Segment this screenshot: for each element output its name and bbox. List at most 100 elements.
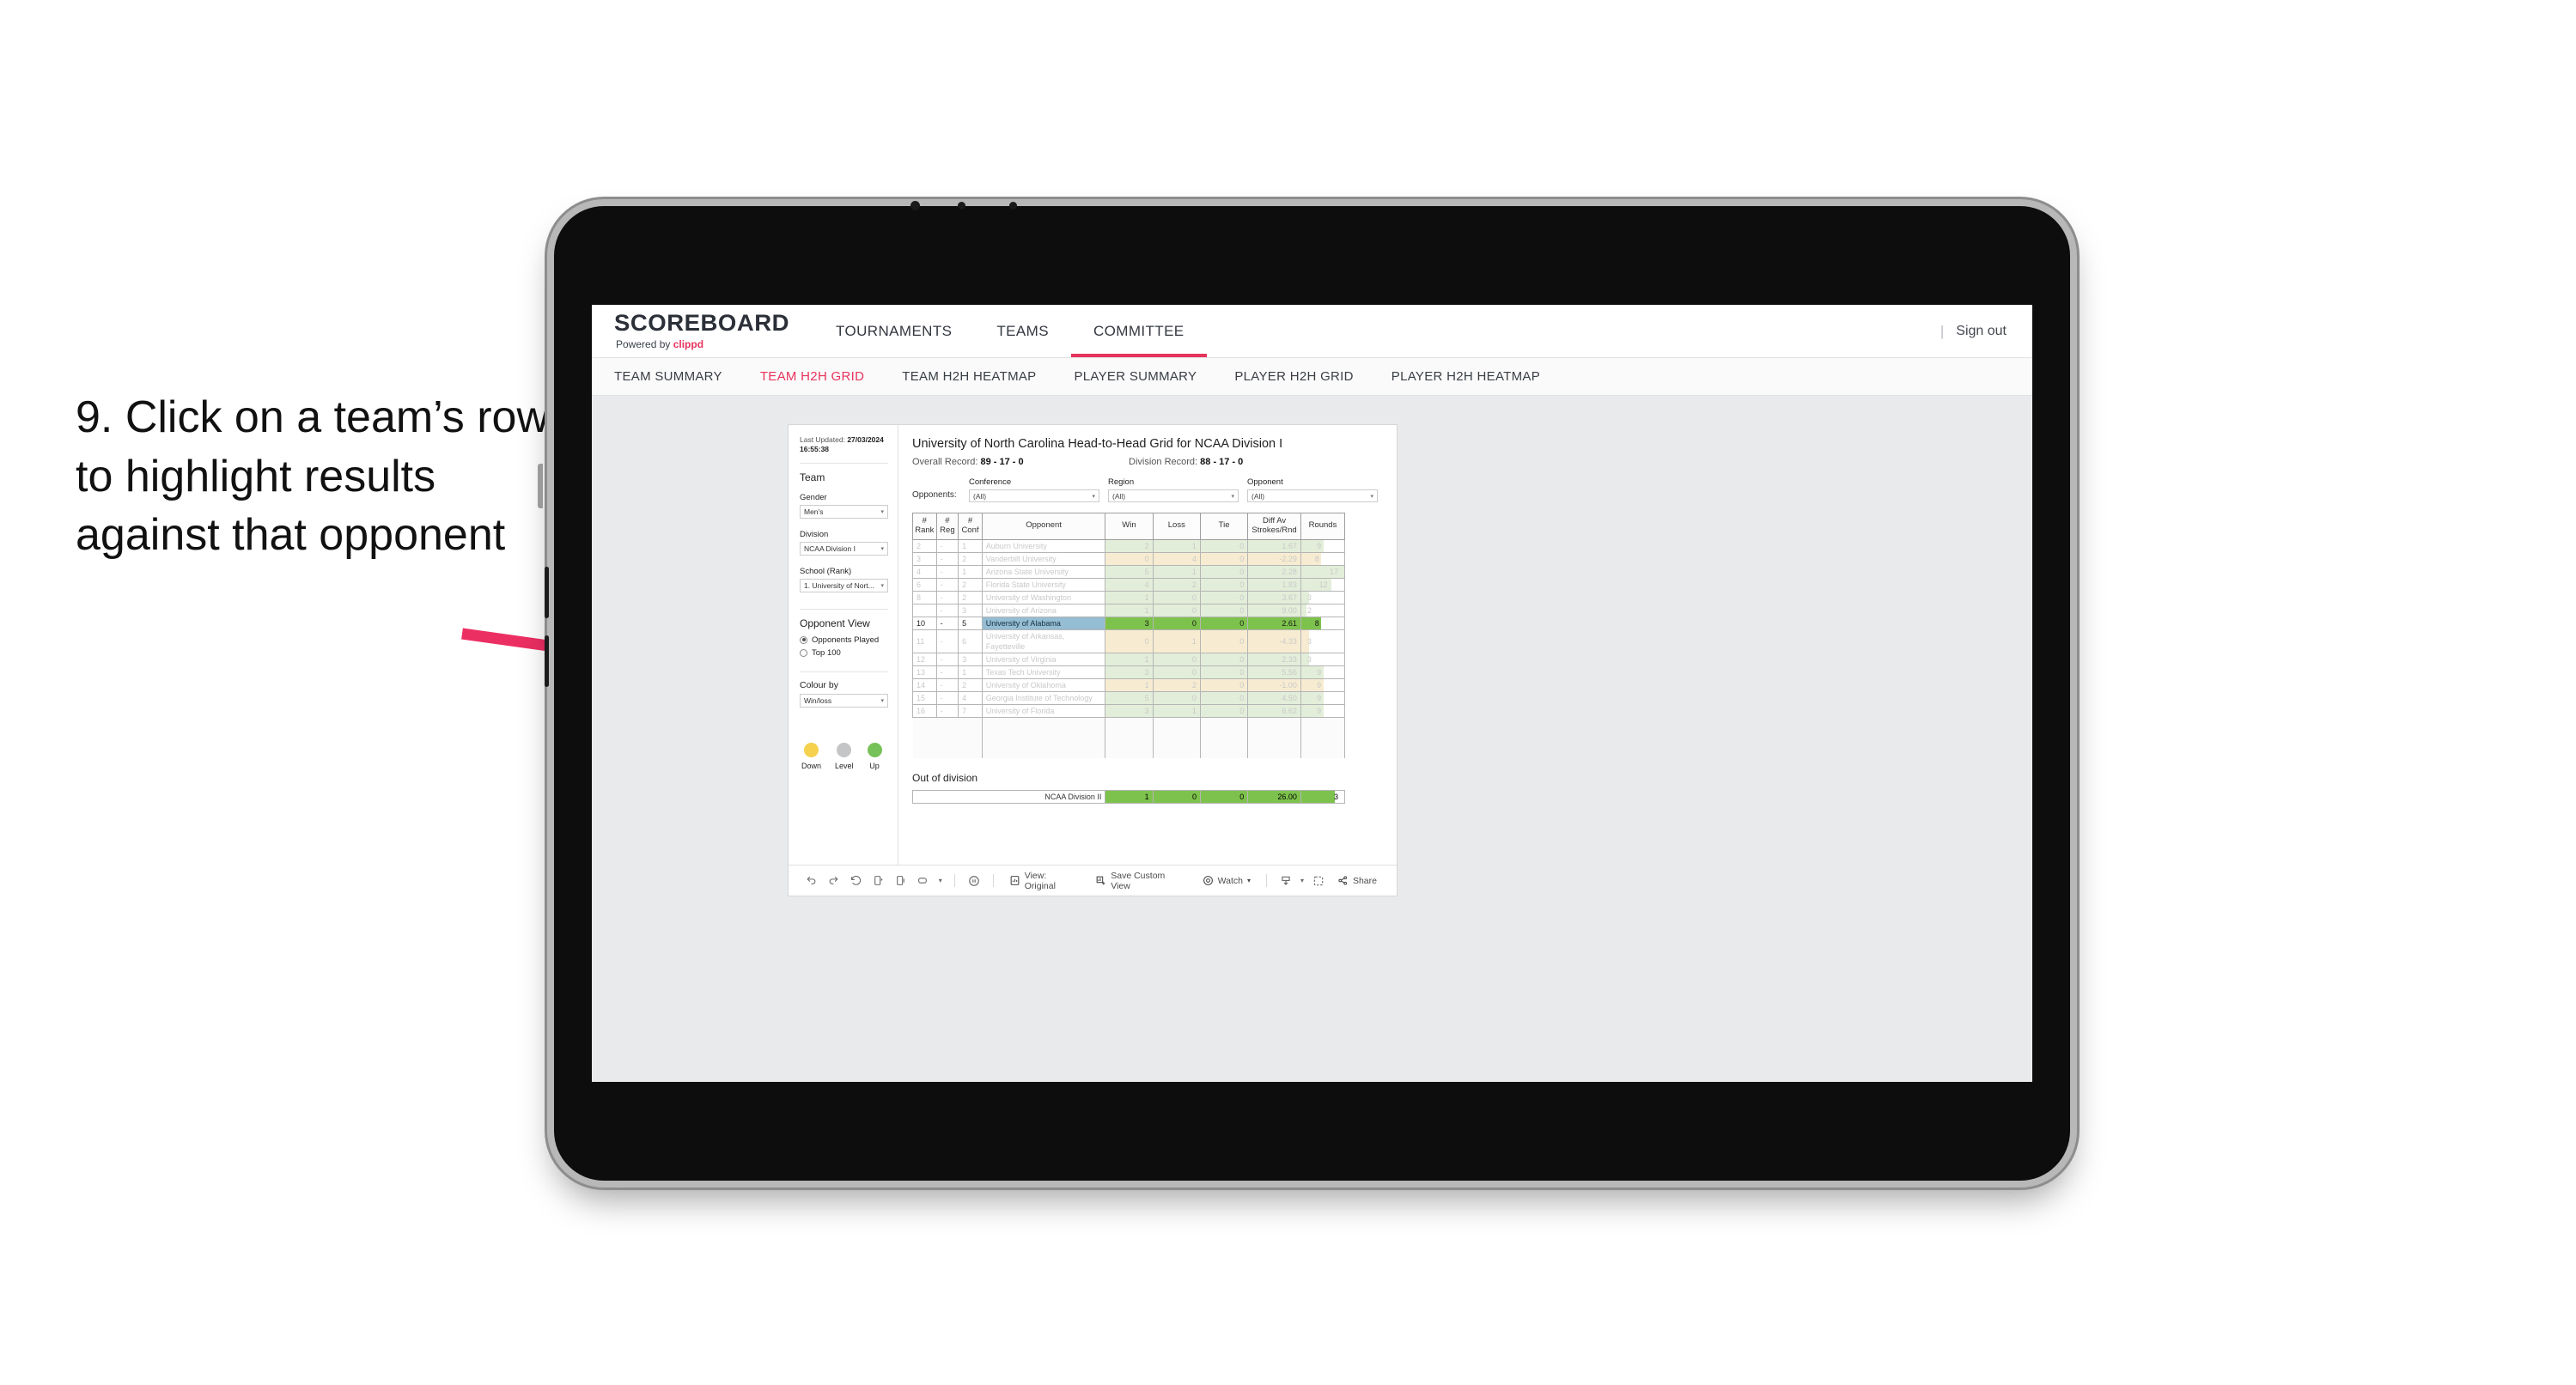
out-of-division-body: NCAA Division II 1 0 0 26.00 3 (911, 790, 1346, 805)
gender-select[interactable]: Men’s ▾ (800, 504, 888, 519)
column-header-conf[interactable]: # Conf (958, 513, 983, 540)
radio-opponents-played[interactable]: Opponents Played (800, 635, 888, 645)
watch-button[interactable]: Watch ▾ (1195, 875, 1258, 886)
brand-logo: SCOREBOARD Powered by clippd (592, 305, 813, 357)
cell-diff: 2.61 (1247, 616, 1301, 630)
sub-tab-team-summary[interactable]: TEAM SUMMARY (614, 369, 741, 384)
region-select[interactable]: (All) ▾ (1108, 489, 1239, 502)
sub-tab-team-h2h-heatmap[interactable]: TEAM H2H HEATMAP (902, 369, 1055, 384)
refresh-icon[interactable] (868, 870, 890, 892)
sub-tab-player-h2h-heatmap[interactable]: PLAYER H2H HEATMAP (1392, 369, 1559, 384)
brand-tagline: Powered by clippd (616, 338, 788, 350)
cell-loss: 1 (1152, 564, 1201, 579)
download-icon[interactable] (1275, 870, 1297, 892)
column-header-diff[interactable]: Diff Av Strokes/Rnd (1247, 513, 1301, 540)
rounds-value: 8 (1314, 618, 1319, 628)
table-row[interactable]: 13-1 Texas Tech University 3 0 0 5.56 9 (912, 665, 1346, 679)
table-row[interactable]: 14-2 University of Oklahoma 1 2 0 -1.00 9 (912, 677, 1346, 692)
cell-conf: 2 (958, 551, 983, 566)
nav-tab-committee[interactable]: COMMITTEE (1070, 305, 1207, 357)
cell-win: 1 (1105, 603, 1154, 617)
legend-label-level: Level (835, 761, 854, 770)
table-row[interactable]: 15-4 Georgia Institute of Technology 5 0 0 4.… (912, 690, 1346, 705)
cell-conf: 7 (958, 703, 983, 718)
chevron-down-icon[interactable]: ▾ (1297, 870, 1307, 892)
cell-diff: -1.00 (1247, 677, 1301, 692)
view-original-button[interactable]: View: Original (1002, 871, 1088, 891)
column-header-opponent[interactable]: Opponent (981, 513, 1106, 540)
undo-icon[interactable] (801, 870, 823, 892)
cell-win: 0 (1105, 551, 1154, 566)
cell-diff: 5.56 (1247, 665, 1301, 679)
table-row[interactable]: 2-1 Auburn University 2 1 0 1.67 9 (912, 538, 1346, 553)
opponent-filters: Opponents: Conference (All) ▾ Region (Al… (912, 477, 1383, 502)
chevron-down-icon: ▾ (880, 545, 884, 552)
cell-opponent: Auburn University (981, 538, 1106, 553)
table-row[interactable]: 16-7 University of Florida 3 1 0 6.62 9 (912, 703, 1346, 718)
radio-top-100-label: Top 100 (812, 647, 841, 658)
column-header-rank[interactable]: # Rank (912, 513, 937, 540)
sub-tab-player-summary[interactable]: PLAYER SUMMARY (1074, 369, 1215, 384)
viz-panel: University of North Carolina Head-to-Hea… (898, 425, 1397, 865)
revert-icon[interactable] (845, 870, 868, 892)
sub-tab-team-h2h-grid[interactable]: TEAM H2H GRID (760, 369, 883, 384)
radio-icon (800, 635, 807, 644)
cell-rounds: 9 (1300, 538, 1346, 553)
cell-win: 1 (1105, 590, 1154, 604)
table-row[interactable]: 10-5 University of Alabama 3 0 0 2.61 8 (912, 616, 1346, 630)
out-of-division-row[interactable]: NCAA Division II 1 0 0 26.00 3 (911, 790, 1346, 805)
shape-icon[interactable] (912, 870, 935, 892)
pause-icon[interactable] (890, 870, 912, 892)
cell-tie: 0 (1199, 703, 1249, 718)
nav-divider: | (1940, 322, 1945, 339)
cell-loss: 0 (1152, 690, 1201, 705)
cell-rank: 12 (912, 652, 937, 666)
fullscreen-icon[interactable] (1307, 870, 1330, 892)
save-custom-view-label: Save Custom View (1111, 870, 1166, 891)
column-header-rounds[interactable]: Rounds (1300, 513, 1346, 540)
table-row[interactable]: -3 University of Arizona 1 0 0 9.00 2 (912, 603, 1346, 617)
cell-conf: 3 (958, 652, 983, 666)
rounds-value: 9 (1317, 693, 1322, 702)
cell-diff: 1.67 (1247, 538, 1301, 553)
table-header-row: # Rank # Reg # Conf Opponent Win Loss Tie Diff Av S… (912, 513, 1346, 540)
table-row[interactable]: 4-1 Arizona State University 5 1 0 2.28 17 (912, 564, 1346, 579)
pause-clock-icon[interactable] (963, 870, 985, 892)
out-of-division-tie: 0 (1199, 790, 1249, 805)
table-row[interactable]: 6-2 Florida State University 4 2 0 1.83 12 (912, 577, 1346, 592)
division-select[interactable]: NCAA Division I ▾ (800, 541, 888, 556)
save-custom-view-button[interactable]: Save Custom View (1087, 871, 1194, 891)
nav-tab-teams[interactable]: TEAMS (974, 305, 1071, 357)
sign-out-link[interactable]: Sign out (1956, 324, 2007, 339)
sub-tab-player-h2h-grid[interactable]: PLAYER H2H GRID (1234, 369, 1372, 384)
redo-icon[interactable] (823, 870, 845, 892)
tablet-screen: SCOREBOARD Powered by clippd TOURNAMENTS… (592, 305, 2032, 1082)
table-row[interactable]: 8-2 University of Washington 1 0 0 3.67 3 (912, 590, 1346, 604)
column-header-reg[interactable]: # Reg (935, 513, 959, 540)
last-updated: Last Updated: 27/03/2024 16:55:38 (800, 435, 888, 455)
column-header-tie[interactable]: Tie (1199, 513, 1249, 540)
table-row[interactable]: 11-6 University of Arkansas, Fayetteville… (912, 629, 1346, 653)
share-button[interactable]: Share (1330, 875, 1385, 886)
cell-diff: 4.50 (1247, 690, 1301, 705)
chevron-down-icon[interactable]: ▾ (935, 870, 947, 892)
legend-item-down: Down (801, 742, 821, 770)
colour-by-select[interactable]: Win/loss ▾ (800, 693, 888, 708)
radio-top-100[interactable]: Top 100 (800, 648, 888, 658)
cell-rounds: 8 (1300, 551, 1346, 566)
table-row[interactable]: 12-3 University of Virginia 1 0 0 2.33 3 (912, 652, 1346, 666)
column-header-loss[interactable]: Loss (1152, 513, 1201, 540)
overall-record: Overall Record: 89 - 17 - 0 (912, 457, 1129, 467)
cell-reg: - (935, 665, 959, 679)
column-header-win[interactable]: Win (1105, 513, 1154, 540)
table-row[interactable]: 3-2 Vanderbilt University 0 4 0 -2.29 8 (912, 551, 1346, 566)
cell-rank: 3 (912, 551, 937, 566)
school-select[interactable]: 1. University of Nort... ▾ (800, 578, 888, 592)
cell-tie: 0 (1199, 652, 1249, 666)
cell-rank: 2 (912, 538, 937, 553)
legend-item-up: Up (867, 742, 882, 770)
nav-tab-tournaments[interactable]: TOURNAMENTS (813, 305, 974, 357)
conference-select[interactable]: (All) ▾ (969, 489, 1099, 502)
cell-tie: 0 (1199, 551, 1249, 566)
opponent-select[interactable]: (All) ▾ (1247, 489, 1378, 502)
